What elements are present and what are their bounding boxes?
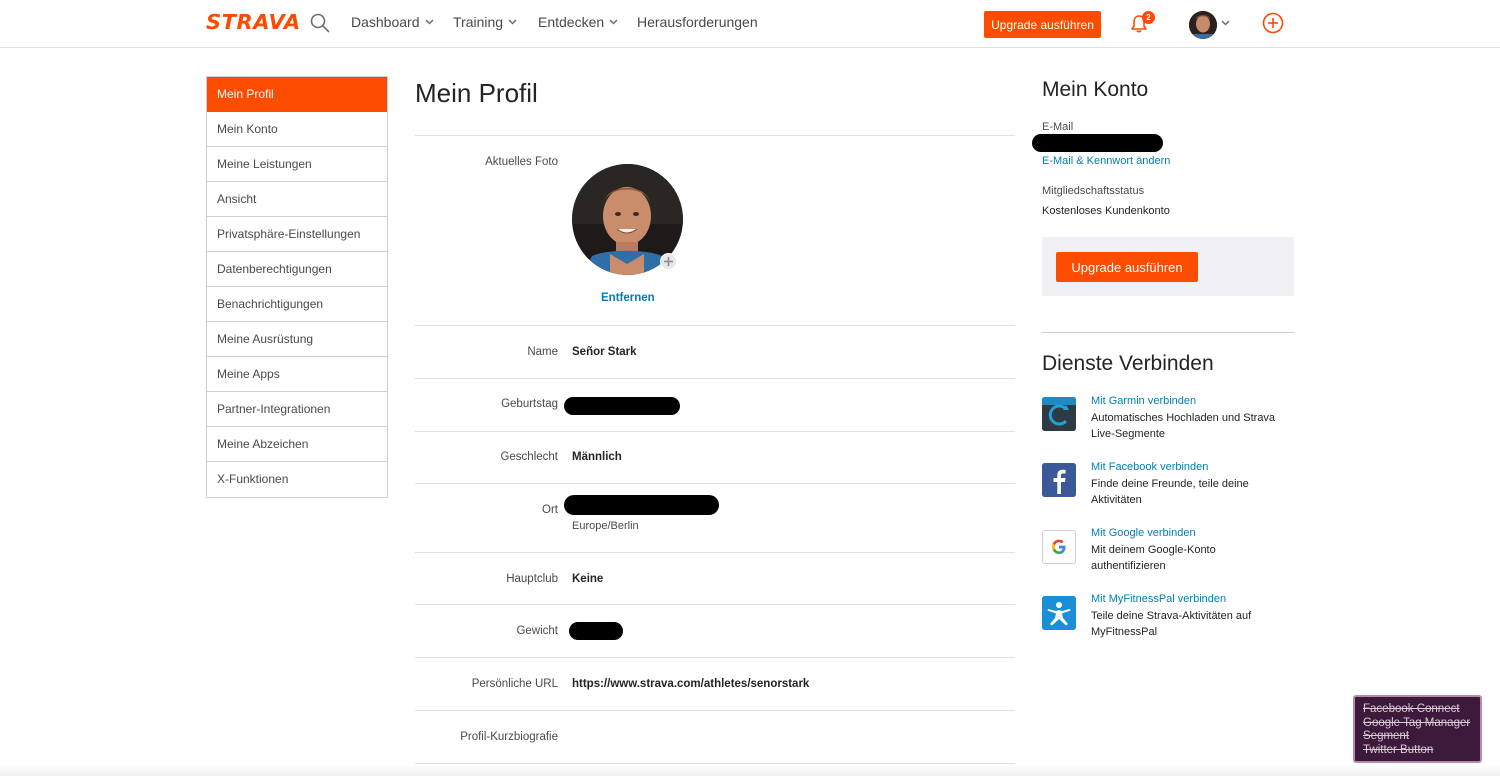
sidebar-item-meine-leistungen[interactable]: Meine Leistungen (207, 147, 387, 182)
change-email-password-link[interactable]: E-Mail & Kennwort ändern (1042, 155, 1170, 167)
debug-item-facebook-connect[interactable]: Facebook Connect (1363, 703, 1472, 717)
strava-logo[interactable]: STRAVA (206, 10, 301, 34)
upgrade-panel: Upgrade ausführen (1042, 237, 1294, 296)
url-value[interactable]: https://www.strava.com/athletes/senorsta… (572, 678, 809, 690)
debug-item-twitter-button[interactable]: Twitter Button (1363, 744, 1472, 758)
divider (415, 710, 1015, 711)
garmin-connect-link[interactable]: Mit Garmin verbinden (1091, 395, 1196, 407)
sidebar-item-datenberechtigungen[interactable]: Datenberechtigungen (207, 252, 387, 287)
facebook-connect-link[interactable]: Mit Facebook verbinden (1091, 461, 1208, 473)
divider (415, 378, 1015, 379)
chevron-down-icon (508, 19, 517, 25)
gender-value[interactable]: Männlich (572, 451, 622, 463)
divider (415, 325, 1015, 326)
garmin-icon-graphic (1042, 397, 1076, 431)
notification-badge: 2 (1142, 11, 1155, 24)
redacted-weight (569, 622, 623, 640)
gender-label: Geschlecht (500, 451, 558, 463)
chevron-down-icon (609, 19, 618, 25)
google-connect-link[interactable]: Mit Google verbinden (1091, 527, 1196, 539)
divider (415, 135, 1015, 136)
upgrade-account-button[interactable]: Upgrade ausführen (1056, 252, 1198, 282)
bottom-shadow (0, 764, 1500, 776)
location-label: Ort (542, 504, 558, 516)
remove-photo-link[interactable]: Entfernen (601, 292, 655, 304)
add-photo-icon[interactable] (660, 253, 677, 270)
facebook-icon[interactable] (1042, 463, 1076, 497)
nav-herausforderungen[interactable]: Herausforderungen (637, 14, 758, 30)
debug-item-segment[interactable]: Segment (1363, 730, 1472, 744)
timezone-value: Europe/Berlin (572, 520, 639, 532)
divider (415, 552, 1015, 553)
sidebar-item-mein-profil[interactable]: Mein Profil (207, 77, 387, 112)
facebook-description: Finde deine Freunde, teile deine Aktivit… (1091, 478, 1249, 506)
sidebar-item-partner-integrationen[interactable]: Partner-Integrationen (207, 392, 387, 427)
settings-sidebar: Mein Profil Mein Konto Meine Leistungen … (206, 76, 388, 498)
google-icon[interactable] (1042, 530, 1076, 564)
sidebar-item-meine-ausruestung[interactable]: Meine Ausrüstung (207, 322, 387, 357)
weight-label: Gewicht (516, 625, 558, 637)
google-icon-graphic (1052, 539, 1066, 554)
birthday-label: Geburtstag (501, 398, 558, 410)
redacted-email (1032, 134, 1163, 152)
redacted-birthday (564, 397, 680, 415)
club-label: Hauptclub (506, 573, 558, 585)
divider (415, 657, 1015, 658)
upgrade-button[interactable]: Upgrade ausführen (984, 11, 1101, 38)
page-title: Mein Profil (415, 78, 538, 108)
search-icon[interactable] (310, 13, 330, 33)
nav-dashboard[interactable]: Dashboard (351, 14, 434, 30)
sidebar-item-x-funktionen[interactable]: X-Funktionen (207, 462, 387, 497)
avatar-image (1189, 11, 1217, 39)
membership-value: Kostenloses Kundenkonto (1042, 205, 1170, 217)
garmin-icon[interactable] (1042, 397, 1076, 431)
photo-label: Aktuelles Foto (485, 156, 558, 168)
chevron-down-icon[interactable] (1221, 20, 1230, 26)
chevron-down-icon (424, 19, 434, 25)
debug-item-google-tag-manager[interactable]: Google Tag Manager (1363, 717, 1472, 731)
name-label: Name (527, 346, 558, 358)
sidebar-item-ansicht[interactable]: Ansicht (207, 182, 387, 217)
tracking-scripts-overlay[interactable]: Facebook Connect Google Tag Manager Segm… (1353, 695, 1482, 763)
email-label: E-Mail (1042, 121, 1074, 133)
sidebar-item-meine-apps[interactable]: Meine Apps (207, 357, 387, 392)
google-description: Mit deinem Google-Konto authentifizieren (1091, 544, 1216, 572)
divider (1042, 332, 1294, 333)
myfitnesspal-connect-link[interactable]: Mit MyFitnessPal verbinden (1091, 593, 1226, 605)
facebook-icon-graphic (1042, 463, 1076, 497)
sidebar-item-meine-abzeichen[interactable]: Meine Abzeichen (207, 427, 387, 462)
nav-training[interactable]: Training (453, 14, 517, 30)
divider (415, 604, 1015, 605)
sidebar-item-privatsphaere[interactable]: Privatsphäre-Einstellungen (207, 217, 387, 252)
garmin-description: Automatisches Hochladen und Strava Live-… (1091, 412, 1276, 440)
name-value[interactable]: Señor Stark (572, 346, 637, 358)
bio-label: Profil-Kurzbiografie (460, 731, 558, 743)
avatar[interactable] (1189, 11, 1217, 39)
redacted-location (564, 495, 719, 515)
top-navigation: STRAVA Dashboard Training Entdecken Hera… (0, 0, 1500, 48)
myfitnesspal-description: Teile deine Strava-Aktivitäten auf MyFit… (1091, 610, 1252, 638)
account-title: Mein Konto (1042, 78, 1149, 101)
sidebar-item-mein-konto[interactable]: Mein Konto (207, 112, 387, 147)
plus-circle-icon[interactable] (1262, 12, 1284, 34)
divider (415, 431, 1015, 432)
membership-label: Mitgliedschaftsstatus (1042, 185, 1145, 197)
club-value[interactable]: Keine (572, 573, 603, 585)
myfitnesspal-icon-graphic (1042, 596, 1076, 630)
url-label: Persönliche URL (471, 678, 558, 690)
sidebar-item-benachrichtigungen[interactable]: Benachrichtigungen (207, 287, 387, 322)
divider (415, 483, 1015, 484)
nav-entdecken[interactable]: Entdecken (538, 14, 618, 30)
myfitnesspal-icon[interactable] (1042, 596, 1076, 630)
services-title: Dienste Verbinden (1042, 352, 1214, 375)
